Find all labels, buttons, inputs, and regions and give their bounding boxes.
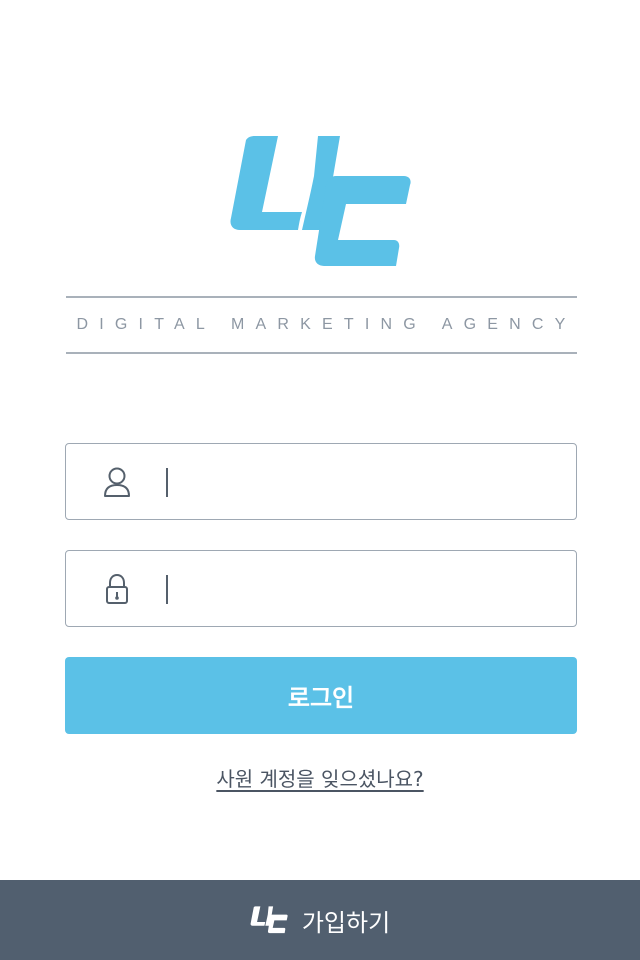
tagline-box: DIGITAL MARKETING AGENCY bbox=[66, 296, 577, 354]
text-cursor bbox=[166, 575, 168, 604]
uc-logo-icon bbox=[230, 136, 411, 266]
password-field[interactable] bbox=[65, 550, 577, 628]
uc-logo-icon bbox=[250, 906, 288, 934]
lock-icon bbox=[106, 573, 128, 604]
signup-label: 가입하기 bbox=[301, 908, 391, 937]
password-input[interactable] bbox=[176, 551, 560, 628]
text-cursor bbox=[166, 468, 168, 497]
forgot-account-link[interactable]: 사원 계정을 잊으셨나요? bbox=[216, 767, 423, 791]
login-button[interactable]: 로그인 bbox=[65, 657, 577, 734]
forgot-account-row: 사원 계정을 잊으셨나요? bbox=[0, 763, 640, 792]
login-screen: DIGITAL MARKETING AGENCY 로그인 사원 계정을 잊으셨나… bbox=[0, 0, 640, 960]
brand-tagline: DIGITAL MARKETING AGENCY bbox=[76, 316, 577, 333]
username-field[interactable] bbox=[65, 443, 577, 521]
username-input[interactable] bbox=[176, 444, 560, 521]
user-icon bbox=[104, 467, 130, 497]
signup-footer-button[interactable]: 가입하기 bbox=[0, 880, 640, 960]
